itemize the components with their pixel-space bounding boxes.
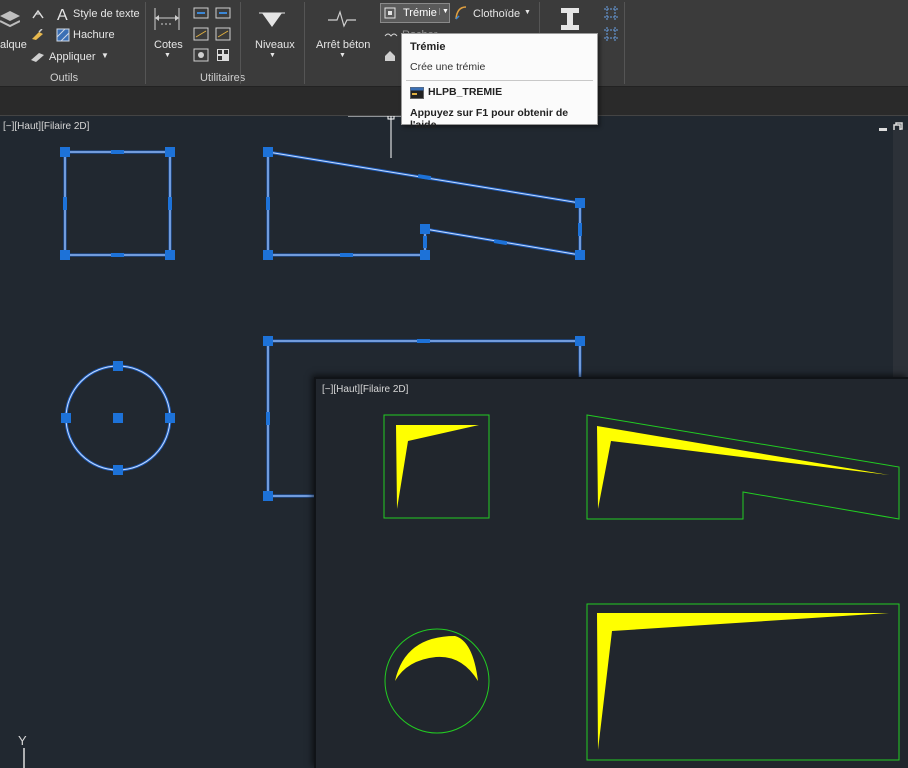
tremie-l-shape[interactable] <box>586 603 900 761</box>
tremie-circle[interactable] <box>384 628 490 734</box>
tooltip-help: Appuyez sur F1 pour obtenir de l'aide <box>410 107 569 131</box>
tooltip-command: HLPB_TREMIE <box>428 86 503 98</box>
tremie-notched[interactable] <box>586 414 900 520</box>
tremie-tooltip: Trémie Crée une trémie HLPB_TREMIE Appuy… <box>401 33 598 131</box>
inset-viewport[interactable]: [−][Haut][Filaire 2D] <box>314 377 908 768</box>
command-line-icon <box>410 87 424 99</box>
tooltip-separator <box>406 80 593 81</box>
tooltip-description: Crée une trémie <box>410 61 486 73</box>
tremie-square[interactable] <box>383 414 490 519</box>
tooltip-title: Trémie <box>410 41 446 53</box>
